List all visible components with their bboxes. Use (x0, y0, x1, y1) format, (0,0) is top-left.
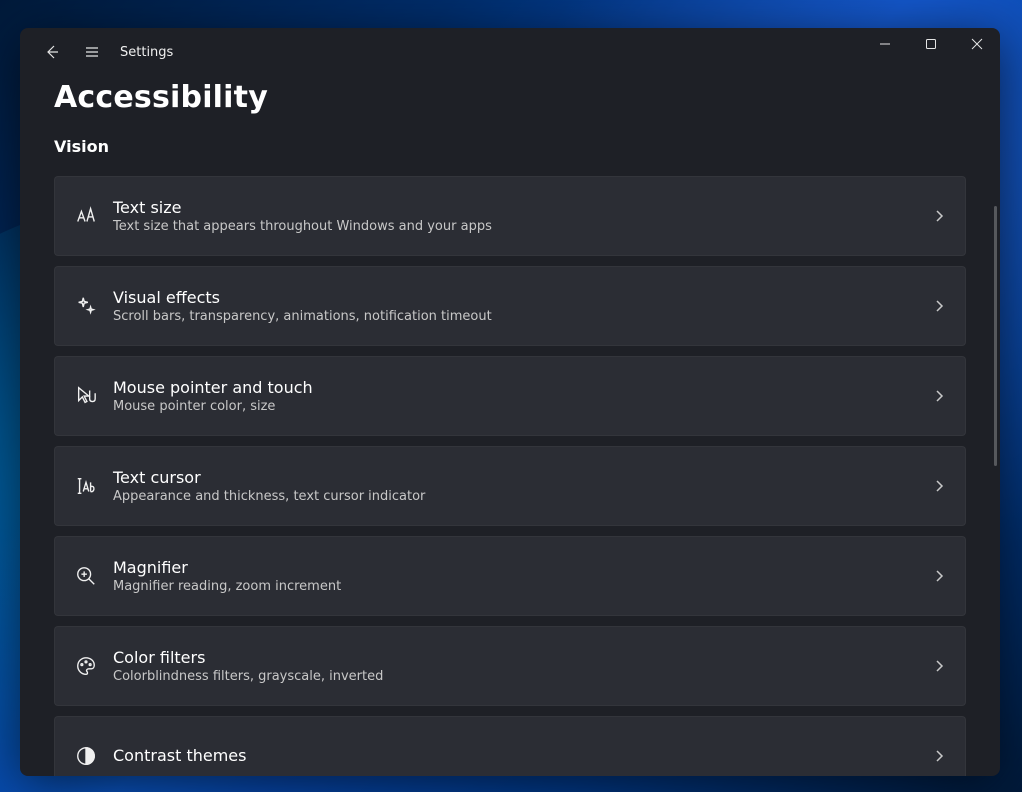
content-area: Accessibility Vision Text size Text size… (20, 76, 1000, 776)
text-size-icon (75, 205, 113, 227)
item-desc: Scroll bars, transparency, animations, n… (113, 309, 933, 324)
setting-text-cursor[interactable]: Text cursor Appearance and thickness, te… (54, 446, 966, 526)
scrollbar[interactable] (994, 206, 997, 466)
setting-mouse-pointer[interactable]: Mouse pointer and touch Mouse pointer co… (54, 356, 966, 436)
palette-icon (75, 655, 113, 677)
chevron-right-icon (933, 387, 945, 406)
chevron-right-icon (933, 747, 945, 766)
chevron-right-icon (933, 207, 945, 226)
setting-magnifier[interactable]: Magnifier Magnifier reading, zoom increm… (54, 536, 966, 616)
chevron-right-icon (933, 567, 945, 586)
section-heading: Vision (54, 137, 966, 156)
window-controls (862, 28, 1000, 60)
settings-list: Text size Text size that appears through… (54, 176, 966, 776)
magnifier-icon (75, 565, 113, 587)
chevron-right-icon (933, 297, 945, 316)
item-title: Visual effects (113, 288, 933, 307)
chevron-right-icon (933, 657, 945, 676)
item-desc: Text size that appears throughout Window… (113, 219, 933, 234)
page-title: Accessibility (54, 80, 966, 115)
item-title: Color filters (113, 648, 933, 667)
maximize-button[interactable] (908, 28, 954, 60)
setting-visual-effects[interactable]: Visual effects Scroll bars, transparency… (54, 266, 966, 346)
contrast-icon (75, 745, 113, 767)
menu-button[interactable] (72, 32, 112, 72)
back-button[interactable] (32, 32, 72, 72)
item-title: Contrast themes (113, 746, 933, 765)
minimize-button[interactable] (862, 28, 908, 60)
setting-color-filters[interactable]: Color filters Colorblindness filters, gr… (54, 626, 966, 706)
cursor-icon (75, 385, 113, 407)
chevron-right-icon (933, 477, 945, 496)
item-title: Text size (113, 198, 933, 217)
app-title: Settings (120, 45, 173, 60)
setting-contrast-themes[interactable]: Contrast themes (54, 716, 966, 776)
close-button[interactable] (954, 28, 1000, 60)
item-desc: Mouse pointer color, size (113, 399, 933, 414)
setting-text-size[interactable]: Text size Text size that appears through… (54, 176, 966, 256)
item-title: Magnifier (113, 558, 933, 577)
text-cursor-icon (75, 475, 113, 497)
titlebar: Settings (20, 28, 1000, 76)
settings-window: Settings Accessibility Vision (20, 28, 1000, 776)
item-desc: Magnifier reading, zoom increment (113, 579, 933, 594)
item-desc: Appearance and thickness, text cursor in… (113, 489, 933, 504)
item-desc: Colorblindness filters, grayscale, inver… (113, 669, 933, 684)
item-title: Mouse pointer and touch (113, 378, 933, 397)
item-title: Text cursor (113, 468, 933, 487)
sparkle-icon (75, 295, 113, 317)
